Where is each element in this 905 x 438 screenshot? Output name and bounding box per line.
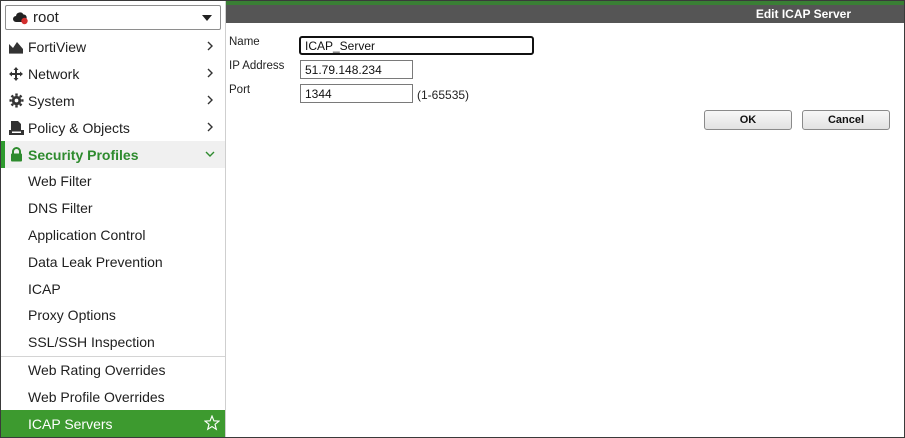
- sidebar-subitem-label: ICAP Servers: [28, 415, 113, 432]
- sidebar-subitem-label: DNS Filter: [28, 200, 93, 217]
- sidebar-subitem-icap[interactable]: ICAP: [1, 275, 225, 302]
- network-move-icon: [8, 66, 24, 82]
- ok-button[interactable]: OK: [704, 110, 792, 130]
- port-input[interactable]: [300, 84, 413, 103]
- sidebar: root FortiView Network System Policy & O…: [1, 1, 226, 437]
- sidebar-subitem-data-leak-prevention[interactable]: Data Leak Prevention: [1, 248, 225, 275]
- chevron-down-icon: [205, 151, 215, 157]
- dialog-title: Edit ICAP Server: [755, 7, 851, 21]
- sidebar-item-label: Policy & Objects: [28, 119, 130, 136]
- name-label: Name: [229, 36, 260, 48]
- nav-menu: FortiView Network System Policy & Object…: [1, 33, 225, 437]
- sidebar-subitem-label: Proxy Options: [28, 307, 116, 324]
- port-label: Port: [229, 84, 251, 96]
- sidebar-subitem-web-filter[interactable]: Web Filter: [1, 168, 225, 195]
- ip-address-input[interactable]: [300, 60, 413, 79]
- sidebar-item-label: Network: [28, 65, 80, 82]
- sidebar-subitem-label: ICAP: [28, 280, 61, 297]
- sidebar-subitem-web-profile-overrides[interactable]: Web Profile Overrides: [1, 383, 225, 410]
- sidebar-subitem-dns-filter[interactable]: DNS Filter: [1, 195, 225, 222]
- sidebar-item-policy-objects[interactable]: Policy & Objects: [1, 114, 225, 141]
- sidebar-item-system[interactable]: System: [1, 87, 225, 114]
- name-input[interactable]: [299, 36, 534, 55]
- policy-doc-icon: [8, 120, 24, 136]
- chevron-right-icon: [207, 95, 213, 105]
- sidebar-subitem-application-control[interactable]: Application Control: [1, 222, 225, 249]
- sidebar-item-label: Security Profiles: [28, 146, 139, 163]
- cancel-button[interactable]: Cancel: [802, 110, 890, 130]
- sidebar-subitem-ssl-ssh-inspection[interactable]: SSL/SSH Inspection: [1, 329, 225, 356]
- sidebar-item-security-profiles[interactable]: Security Profiles: [1, 141, 225, 168]
- sidebar-subitem-label: Web Profile Overrides: [28, 388, 165, 405]
- vdom-cloud-icon: [13, 11, 29, 25]
- ip-address-label: IP Address: [229, 60, 285, 72]
- dialog-title-bar: Edit ICAP Server: [226, 5, 904, 23]
- fortiview-icon: [8, 39, 24, 55]
- gear-icon: [8, 93, 24, 109]
- sidebar-subitem-label: Application Control: [28, 226, 146, 243]
- sidebar-item-label: System: [28, 92, 75, 109]
- vdom-selector[interactable]: root: [5, 5, 221, 30]
- chevron-right-icon: [207, 41, 213, 51]
- star-icon[interactable]: [204, 415, 220, 431]
- sidebar-subitem-label: Web Filter: [28, 173, 92, 190]
- chevron-down-icon: [202, 15, 212, 21]
- sidebar-item-label: FortiView: [28, 38, 87, 55]
- sidebar-subitem-web-rating-overrides[interactable]: Web Rating Overrides: [1, 357, 225, 384]
- sidebar-subitem-label: Web Rating Overrides: [28, 361, 166, 378]
- chevron-right-icon: [207, 68, 213, 78]
- sidebar-subitem-icap-servers[interactable]: ICAP Servers: [1, 410, 225, 437]
- vdom-label: root: [33, 9, 59, 26]
- chevron-right-icon: [207, 122, 213, 132]
- sidebar-item-network[interactable]: Network: [1, 60, 225, 87]
- sidebar-subitem-label: SSL/SSH Inspection: [28, 334, 155, 351]
- sidebar-subitem-proxy-options[interactable]: Proxy Options: [1, 302, 225, 329]
- port-range-hint: (1-65535): [417, 88, 470, 102]
- sidebar-subitem-label: Data Leak Prevention: [28, 253, 163, 270]
- lock-icon: [8, 147, 24, 163]
- sidebar-item-fortiview[interactable]: FortiView: [1, 33, 225, 60]
- window-frame: root FortiView Network System Policy & O…: [0, 0, 905, 438]
